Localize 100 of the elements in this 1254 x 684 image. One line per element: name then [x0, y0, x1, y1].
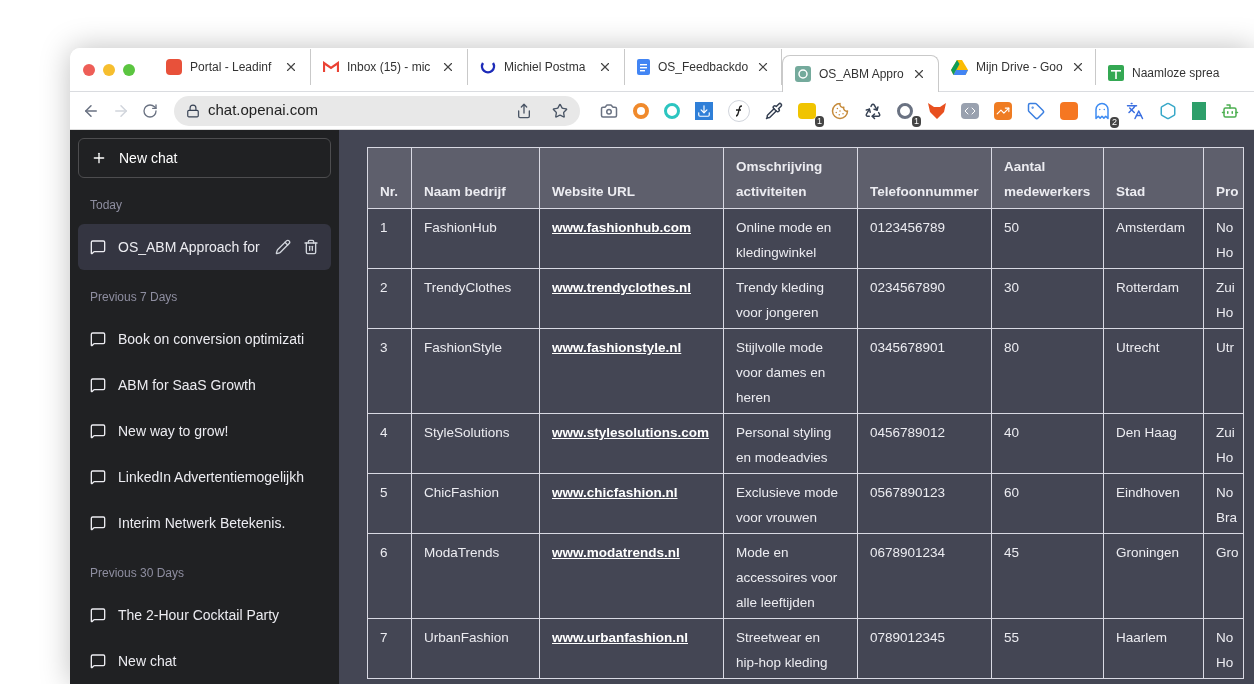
- table-cell: 0678901234: [857, 533, 992, 619]
- chat-item[interactable]: Book on conversion optimizati: [78, 316, 331, 362]
- tag-icon[interactable]: [1027, 101, 1045, 120]
- fox-icon[interactable]: [928, 102, 946, 119]
- section-heading: Previous 30 Days: [89, 565, 186, 582]
- chat-item[interactable]: The 2-Hour Cocktail Party: [78, 592, 331, 638]
- bookmark-icon[interactable]: [552, 102, 568, 119]
- address-bar[interactable]: chat.openai.com: [174, 95, 580, 126]
- table-cell: Online mode en kledingwinkel: [723, 208, 858, 269]
- browser-tab[interactable]: Michiel Postma: [468, 49, 625, 85]
- tab-title: Michiel Postma: [504, 59, 587, 76]
- browser-tab[interactable]: OS_Feedbackdo: [625, 49, 782, 85]
- chat-icon: [90, 653, 106, 669]
- table-cell: 7: [367, 618, 412, 679]
- website-link[interactable]: www.modatrends.nl: [552, 545, 680, 560]
- share-icon[interactable]: [516, 102, 532, 119]
- table-cell: 30: [991, 268, 1104, 329]
- table-cell: 40: [991, 413, 1104, 474]
- table-cell: No Ho: [1203, 208, 1244, 269]
- chat-icon: [90, 515, 106, 531]
- badge: 1: [815, 115, 824, 127]
- table-cell: 6: [367, 533, 412, 619]
- mail-icon: [323, 61, 339, 73]
- table-cell: 0567890123: [857, 473, 992, 534]
- table-cell: No Ho: [1203, 618, 1244, 679]
- website-link[interactable]: www.chicfashion.nl: [552, 485, 678, 500]
- lock-icon: [186, 103, 200, 118]
- website-link[interactable]: www.urbanfashion.nl: [552, 630, 688, 645]
- delete-icon[interactable]: [303, 239, 319, 255]
- close-icon[interactable]: [441, 60, 455, 74]
- tab-title: OS_Feedbackdo: [658, 59, 749, 76]
- close-icon[interactable]: [912, 67, 926, 81]
- table-cell: Mode en accessoires voor alle leeftijden: [723, 533, 858, 619]
- table-cell: 0345678901: [857, 328, 992, 414]
- browser-tab[interactable]: Naamloze sprea: [1096, 55, 1253, 91]
- app-icon: [166, 59, 182, 75]
- section-heading: Today: [89, 197, 124, 214]
- column-header: Website URL: [539, 147, 724, 209]
- flower-icon: [795, 66, 811, 82]
- column-header: Aantal medewerkers: [991, 147, 1104, 209]
- chat-item[interactable]: LinkedIn Advertentiemogelijkh: [78, 454, 331, 500]
- website-link[interactable]: www.trendyclothes.nl: [552, 280, 692, 295]
- triangle-icon: [951, 59, 968, 75]
- website-link[interactable]: www.fashionstyle.nl: [552, 340, 682, 355]
- table-cell: FashionStyle: [411, 328, 540, 414]
- browser-tab[interactable]: OS_ABM Appro: [782, 55, 939, 92]
- table-cell: 45: [991, 533, 1104, 619]
- hexagon-icon[interactable]: [1159, 101, 1177, 120]
- translate-icon[interactable]: [1126, 101, 1144, 120]
- camera-icon[interactable]: [600, 101, 618, 120]
- chat-item[interactable]: Interim Netwerk Betekenis.: [78, 500, 331, 546]
- table-cell: Utr: [1203, 328, 1244, 414]
- table-cell: Exclusieve mode voor vrouwen: [723, 473, 858, 534]
- chat-icon: [90, 423, 106, 439]
- chat-item[interactable]: New way to grow!: [78, 408, 331, 454]
- table-cell: 0456789012: [857, 413, 992, 474]
- browser-tab[interactable]: Mijn Drive - Goo: [939, 49, 1096, 85]
- edit-icon[interactable]: [275, 239, 291, 255]
- close-icon[interactable]: [284, 60, 298, 74]
- tab-title: Mijn Drive - Goo: [976, 59, 1063, 76]
- table-cell: ChicFashion: [411, 473, 540, 534]
- table-cell: Zui Ho: [1203, 268, 1244, 329]
- table-cell: TrendyClothes: [411, 268, 540, 329]
- close-window-button[interactable]: [83, 63, 95, 76]
- code-icon[interactable]: [961, 102, 979, 119]
- recycle-icon[interactable]: [864, 101, 882, 120]
- eyedropper-icon[interactable]: [765, 101, 783, 120]
- robot-icon[interactable]: [1221, 101, 1239, 120]
- cookie-icon[interactable]: [831, 101, 849, 120]
- chat-item[interactable]: OS_ABM Approach for: [78, 224, 331, 270]
- plus-icon: [91, 150, 107, 166]
- table-cell: ModaTrends: [411, 533, 540, 619]
- chat-item[interactable]: ABM for SaaS Growth: [78, 362, 331, 408]
- table-cell: 60: [991, 473, 1104, 534]
- new-chat-button[interactable]: New chat: [78, 138, 331, 178]
- table-cell: Eindhoven: [1103, 473, 1204, 534]
- tab-title: Naamloze sprea: [1132, 65, 1221, 82]
- chat-item[interactable]: New chat: [78, 638, 331, 684]
- table-cell: Streetwear en hip-hop kleding: [723, 618, 858, 679]
- table-cell: Zui Ho: [1203, 413, 1244, 474]
- close-icon[interactable]: [598, 60, 612, 74]
- chat-icon: [90, 331, 106, 347]
- chat-icon: [90, 607, 106, 623]
- column-header: Pro: [1203, 147, 1244, 209]
- reload-icon[interactable]: [142, 102, 158, 119]
- table-cell: Personal styling en modeadvies: [723, 413, 858, 474]
- browser-tab[interactable]: Portal - Leadinf: [154, 49, 311, 85]
- table-cell: 3: [367, 328, 412, 414]
- chat-icon: [90, 469, 106, 485]
- tab-title: OS_ABM Appro: [819, 66, 904, 83]
- download-icon[interactable]: [695, 101, 713, 120]
- browser-tab[interactable]: Inbox (15) - mic: [311, 49, 468, 85]
- ghost-icon[interactable]: [1093, 101, 1111, 120]
- table-cell: 2: [367, 268, 412, 329]
- tab-title: Portal - Leadinf: [190, 59, 273, 76]
- chart-icon[interactable]: [994, 101, 1012, 120]
- table-cell: Stijlvolle mode voor dames en heren: [723, 328, 858, 414]
- ring-icon[interactable]: [633, 102, 649, 119]
- website-link[interactable]: www.fashionhub.com: [552, 220, 691, 235]
- table-cell: No Bra: [1203, 473, 1244, 534]
